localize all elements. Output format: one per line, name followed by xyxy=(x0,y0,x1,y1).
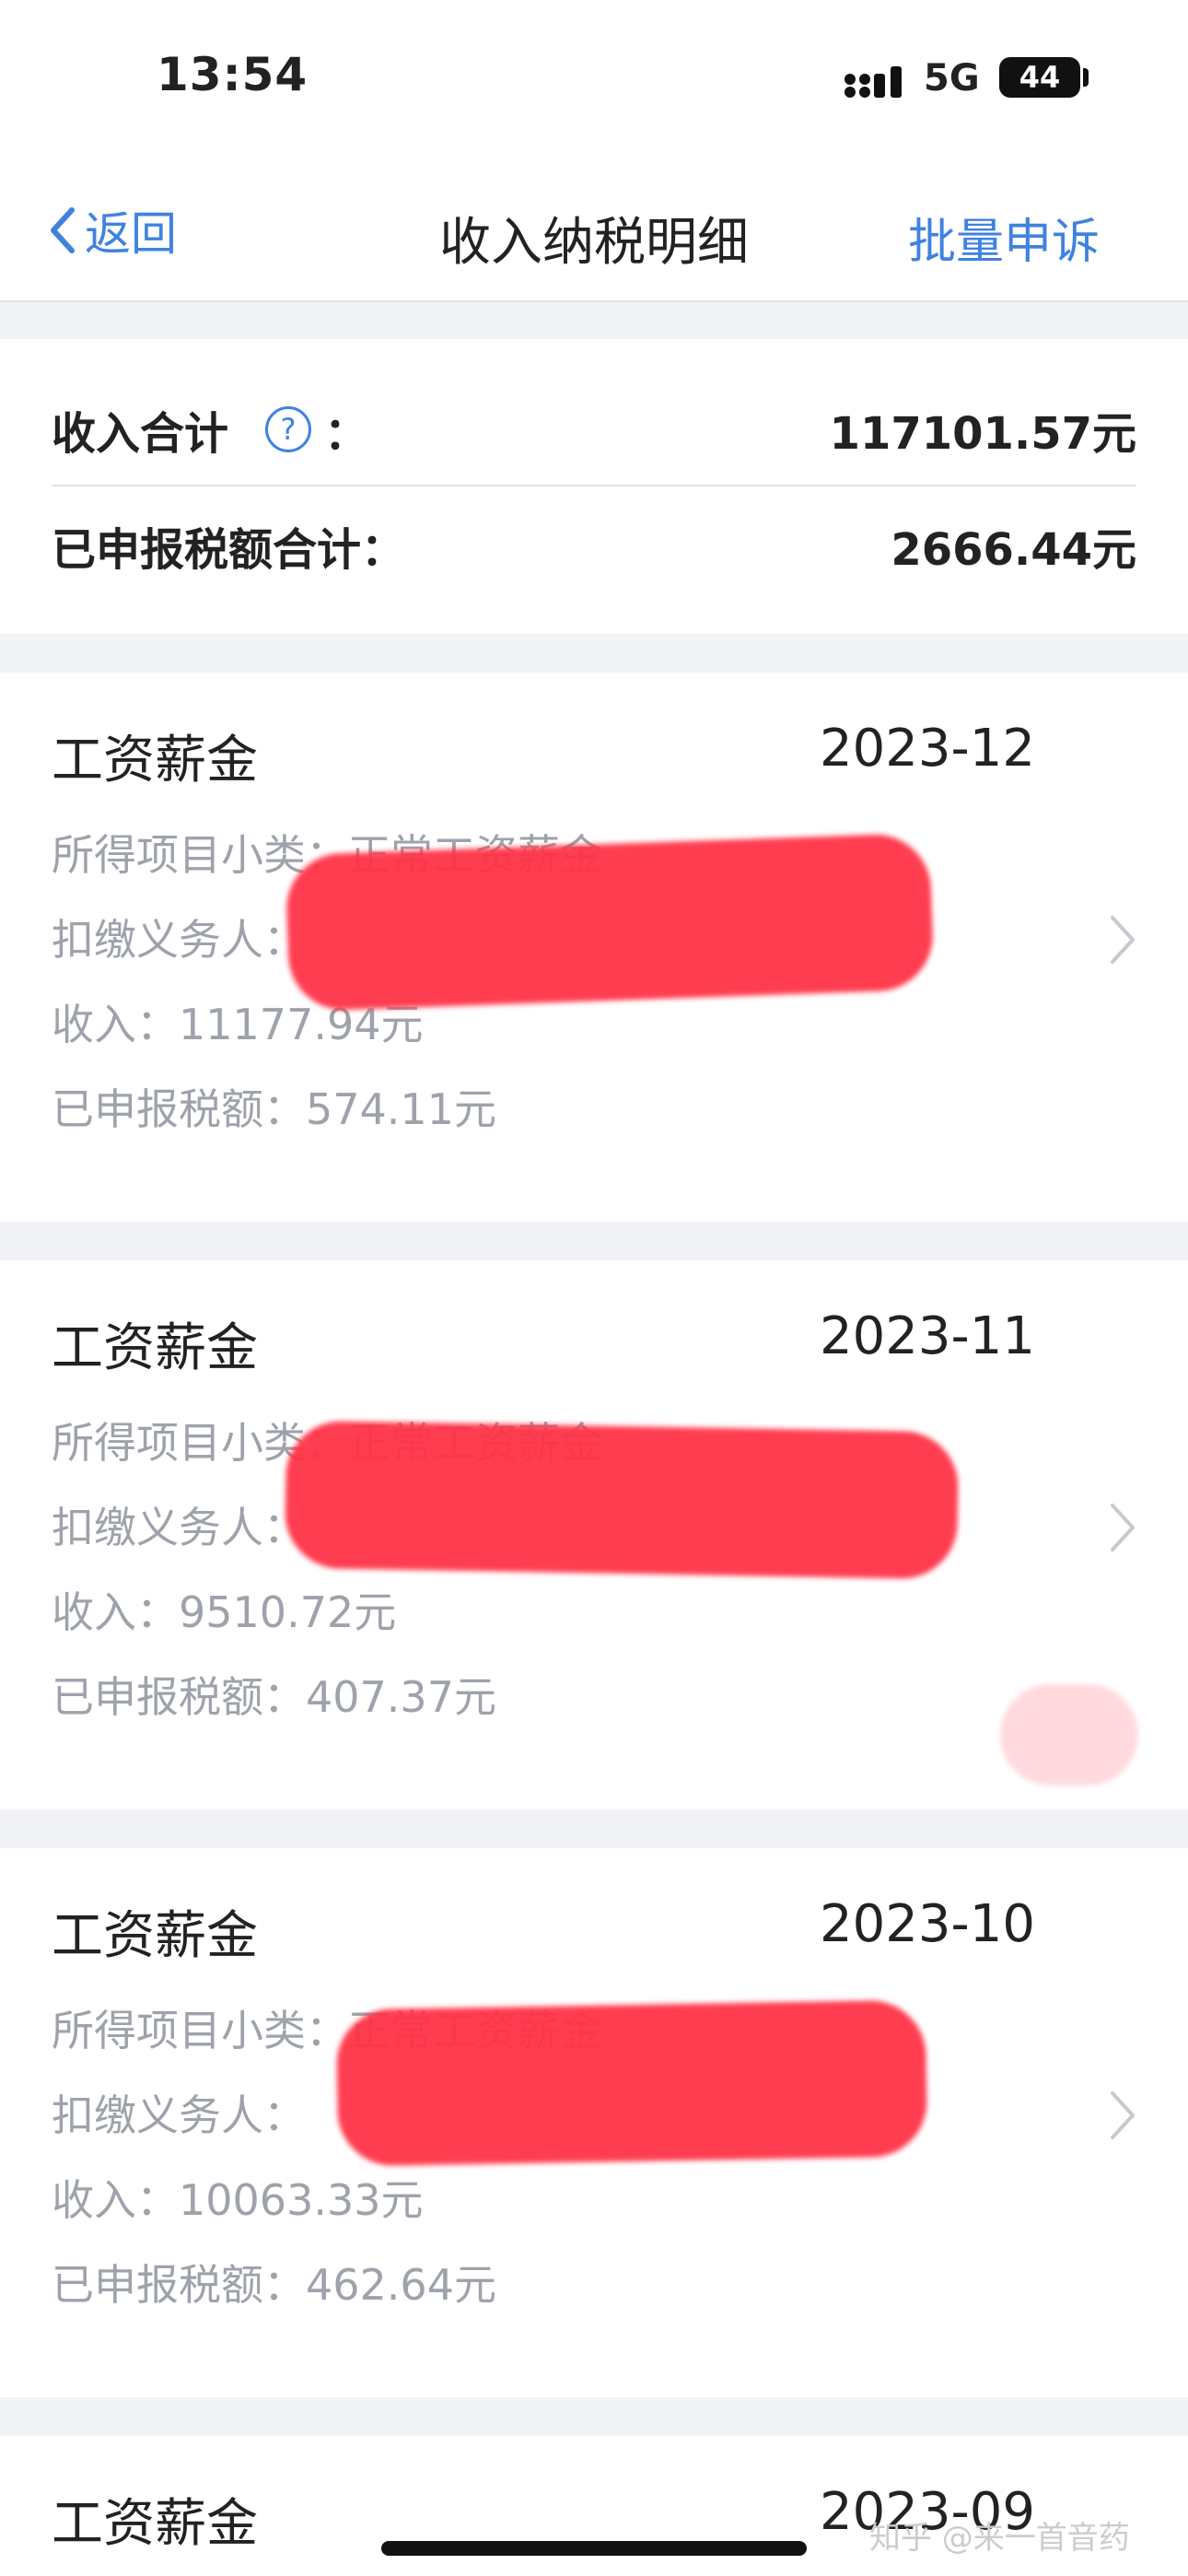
record-type: 工资薪金 xyxy=(52,731,258,790)
colon: ： xyxy=(324,408,369,460)
battery-cap xyxy=(1083,68,1089,87)
income-total-label-group: 收入合计 ? ： xyxy=(52,397,368,462)
summary-divider xyxy=(52,485,1136,486)
signal-icon xyxy=(844,66,902,98)
home-indicator[interactable] xyxy=(381,2541,807,2556)
redaction-smudge xyxy=(1000,1684,1138,1786)
network-type: 5G xyxy=(924,57,980,100)
chevron-right-icon xyxy=(1111,916,1135,964)
help-icon[interactable]: ? xyxy=(265,406,312,452)
record-tax: 已申报税额：574.11元 xyxy=(52,1084,496,1134)
record-type: 工资薪金 xyxy=(52,2494,258,2554)
record-income: 收入：9510.72元 xyxy=(52,1587,397,1637)
watermark-text: 知乎 @来一首音药 xyxy=(869,2520,1130,2557)
tax-total-value: 2666.44元 xyxy=(891,524,1136,576)
record-period: 2023-12 xyxy=(820,719,1035,779)
income-record-card[interactable]: 工资薪金 2023-10 所得项目小类：正常工资薪金 扣缴义务人： 收入：100… xyxy=(0,1848,1188,2397)
record-income: 收入：10063.33元 xyxy=(52,2175,424,2225)
record-period: 2023-10 xyxy=(820,1894,1035,1954)
record-tax: 已申报税额：462.64元 xyxy=(52,2260,496,2310)
nav-bar: 返回 收入纳税明细 批量申诉 xyxy=(0,157,1188,302)
battery-icon: 44 xyxy=(999,57,1080,98)
redaction-mark xyxy=(284,1420,960,1580)
record-withholder: 扣缴义务人： xyxy=(52,1503,306,1552)
income-total-label: 收入合计 xyxy=(52,408,229,460)
redaction-mark xyxy=(335,1999,928,2167)
chevron-right-icon xyxy=(1111,2091,1135,2139)
redaction-mark xyxy=(285,832,935,1013)
record-withholder: 扣缴义务人： xyxy=(52,915,306,965)
income-total-row: 收入合计 ? ： 117101.57元 xyxy=(52,381,1136,477)
tax-total-label: 已申报税额合计： xyxy=(52,524,406,576)
record-withholder: 扣缴义务人： xyxy=(52,2090,306,2140)
record-tax: 已申报税额：407.37元 xyxy=(52,1672,496,1722)
record-type: 工资薪金 xyxy=(52,1906,258,1966)
income-record-card[interactable]: 工资薪金 2023-11 所得项目小类：正常工资薪金 扣缴义务人： 收入：951… xyxy=(0,1260,1188,1809)
batch-appeal-button[interactable]: 批量申诉 xyxy=(908,203,1100,272)
record-type: 工资薪金 xyxy=(52,1318,258,1378)
record-period: 2023-11 xyxy=(820,1306,1035,1366)
status-time: 13:54 xyxy=(157,48,309,101)
chevron-right-icon xyxy=(1111,1504,1135,1551)
tax-total-row: 已申报税额合计： 2666.44元 xyxy=(52,498,1136,593)
income-record-card[interactable]: 工资薪金 2023-12 所得项目小类：正常工资薪金 扣缴义务人： 收入：111… xyxy=(0,673,1188,1222)
status-bar: 13:54 5G 44 xyxy=(0,0,1188,157)
income-total-value: 117101.57元 xyxy=(829,408,1136,460)
